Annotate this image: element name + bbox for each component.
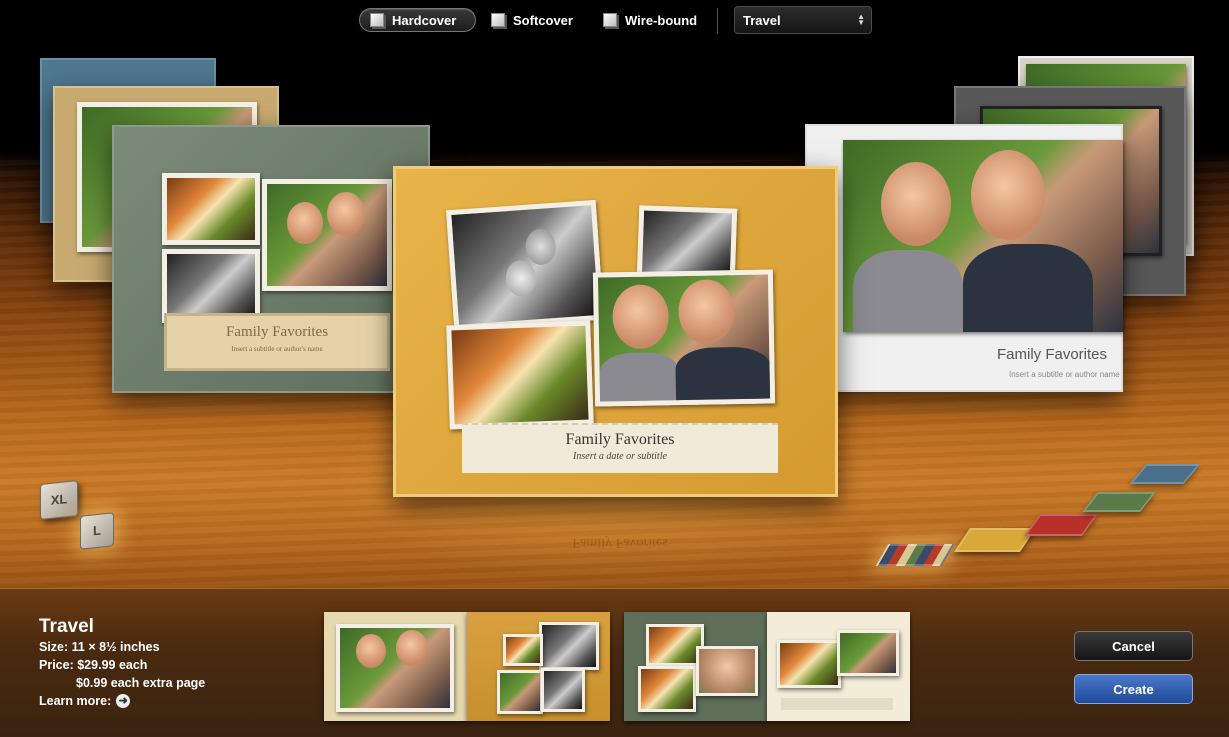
book-title: Family Favorites <box>565 431 675 448</box>
theme-book-right[interactable]: Family Favorites Insert a subtitle or au… <box>805 124 1123 392</box>
updown-arrows-icon: ▲ ▼ <box>857 12 865 27</box>
book-title-card: Family Favorites Insert a date or subtit… <box>462 423 778 473</box>
book-subtitle: Insert a date or subtitle <box>573 451 667 462</box>
size-label: XL <box>50 491 68 508</box>
preview-page <box>767 612 910 721</box>
arrow-right-icon[interactable]: ➜ <box>116 694 131 708</box>
preview-photo <box>696 646 758 696</box>
price-label: Price: <box>39 658 74 672</box>
size-button-xl[interactable]: XL <box>40 480 78 520</box>
preview-photo <box>837 630 899 676</box>
cover-option-wire-bound[interactable]: Wire-bound <box>593 8 711 32</box>
color-swatch-multicolor[interactable] <box>875 544 955 566</box>
book-photo <box>162 249 260 323</box>
book-subtitle: Insert a subtitle or author name <box>1009 370 1120 379</box>
size-label: L <box>93 522 101 539</box>
cover-option-label: Hardcover <box>392 12 457 28</box>
preview-page <box>467 612 610 721</box>
theme-chooser-stage: Family Favorites Insert a subtitle or au… <box>0 0 1229 588</box>
preview-photo <box>539 622 599 670</box>
book-photo <box>843 140 1123 332</box>
extra-page-price: $0.99 each extra page <box>76 676 206 690</box>
create-button[interactable]: Create <box>1074 674 1193 704</box>
learn-more-label: Learn more: <box>39 694 112 708</box>
book-title-card: Family Favorites Insert a subtitle or au… <box>164 313 390 371</box>
size-value: 11 × 8½ inches <box>71 640 160 654</box>
preview-photo <box>336 624 454 712</box>
book-reflection: Family Favorites <box>572 535 668 550</box>
theme-select[interactable]: Travel ▲ ▼ <box>734 6 872 34</box>
price-value: $29.99 each <box>77 658 148 672</box>
book-photo <box>162 173 260 245</box>
book-subtitle: Insert a subtitle or author's name <box>231 345 323 353</box>
book-photo <box>445 199 605 331</box>
size-button-l[interactable]: L <box>80 512 114 550</box>
book-photo <box>592 269 776 407</box>
theme-select-value: Travel <box>743 13 781 28</box>
preview-photo <box>497 670 543 714</box>
hardcover-book-icon <box>370 13 384 27</box>
cover-option-softcover[interactable]: Softcover <box>481 8 585 32</box>
size-label: Size: <box>39 640 69 654</box>
preview-page <box>624 612 767 721</box>
toolbar-divider <box>717 8 718 34</box>
softcover-book-icon <box>491 13 505 27</box>
preview-photo <box>541 668 585 712</box>
book-title: Family Favorites <box>997 346 1108 363</box>
preview-photo <box>777 640 841 688</box>
preview-photo <box>503 634 543 666</box>
book-title: Family Favorites <box>225 324 329 340</box>
preview-photo <box>638 666 696 712</box>
wire-bound-book-icon <box>603 13 617 27</box>
learn-more-link[interactable]: Learn more: ➜ <box>39 694 131 708</box>
cover-option-label: Wire-bound <box>625 12 698 28</box>
theme-info: Travel Size: 11 × 8½ inches Price: $29.9… <box>39 616 205 692</box>
theme-book-left[interactable]: Family Favorites Insert a subtitle or au… <box>112 125 430 393</box>
cover-option-label: Softcover <box>513 12 573 28</box>
preview-page <box>324 612 467 721</box>
preview-caption-strip <box>781 698 893 710</box>
book-photo <box>446 320 594 430</box>
cancel-button[interactable]: Cancel <box>1074 631 1193 661</box>
book-photo <box>262 179 392 291</box>
theme-name: Travel <box>39 616 94 637</box>
theme-book-center-selected[interactable]: Family Favorites Insert a date or subtit… <box>393 166 838 497</box>
cover-option-hardcover[interactable]: Hardcover <box>359 8 476 32</box>
book-type-toolbar: Hardcover Softcover Wire-bound Travel ▲ ▼ <box>0 6 1229 36</box>
